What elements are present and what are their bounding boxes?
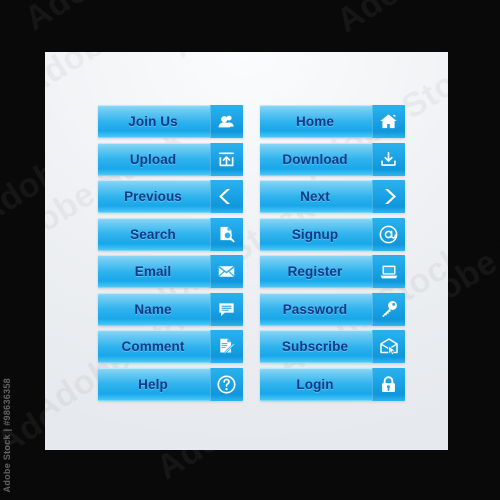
button-label: Help: [138, 376, 168, 392]
envelope-cursor-icon: [372, 330, 405, 363]
button-grid: Join Us Home Upload Download Previous Ne…: [98, 105, 405, 401]
button-search[interactable]: Search: [98, 217, 243, 251]
button-download[interactable]: Download: [260, 142, 405, 176]
watermark-text: Adobe Stock: [45, 52, 217, 105]
key-icon: [372, 292, 405, 326]
button-next[interactable]: Next: [260, 180, 405, 213]
home-icon: [372, 105, 405, 138]
button-password[interactable]: Password: [260, 292, 405, 326]
button-label: Comment: [121, 339, 185, 354]
speech-bubble-icon: [210, 292, 243, 326]
watermark-text: Adobe Stock: [18, 0, 220, 39]
button-label: Name: [134, 301, 172, 317]
users-icon: [210, 105, 243, 138]
button-label: Upload: [129, 151, 177, 167]
button-label: Next: [300, 189, 330, 204]
button-label: Download: [282, 151, 348, 167]
button-login[interactable]: Login: [260, 367, 405, 401]
button-label: Previous: [124, 189, 182, 204]
button-register[interactable]: Register: [260, 255, 405, 288]
button-label: Home: [296, 114, 334, 129]
button-subscribe[interactable]: Subscribe: [260, 330, 405, 363]
chevron-right-icon: [372, 180, 405, 213]
chevron-left-icon: [210, 180, 243, 213]
button-comment[interactable]: Comment: [98, 330, 243, 363]
watermark-id: Adobe Stock | #98636358: [2, 377, 12, 492]
button-email[interactable]: Email: [98, 255, 243, 288]
watermark-text: Adobe Stock: [330, 0, 500, 41]
button-previous[interactable]: Previous: [98, 180, 243, 213]
button-label: Register: [287, 264, 343, 279]
download-icon: [372, 142, 405, 176]
button-label: Password: [282, 301, 348, 317]
envelope-icon: [210, 255, 243, 288]
padlock-icon: [372, 367, 405, 401]
button-help[interactable]: Help: [98, 367, 243, 401]
button-join-us[interactable]: Join Us: [98, 105, 243, 138]
button-home[interactable]: Home: [260, 105, 405, 138]
button-label: Login: [296, 376, 334, 392]
button-upload[interactable]: Upload: [98, 142, 243, 176]
button-name[interactable]: Name: [98, 292, 243, 326]
image-canvas: Adobe Stock Adobe Stock Adobe Stock Adob…: [0, 0, 500, 500]
document-search-icon: [210, 217, 243, 251]
document-pencil-icon: [210, 330, 243, 363]
upload-icon: [210, 142, 243, 176]
button-signup[interactable]: Signup: [260, 217, 405, 251]
laptop-icon: [372, 255, 405, 288]
content-panel: Adobe Stock Adobe Stock Adobe Stock Adob…: [45, 52, 448, 450]
button-label: Join Us: [128, 114, 178, 129]
button-label: Email: [134, 264, 172, 279]
watermark-text: Adobe Stock: [165, 52, 367, 67]
button-label: Search: [130, 226, 176, 242]
at-sign-icon: [372, 217, 405, 251]
button-label: Signup: [291, 226, 339, 242]
question-circle-icon: [210, 367, 243, 401]
button-label: Subscribe: [281, 339, 349, 354]
